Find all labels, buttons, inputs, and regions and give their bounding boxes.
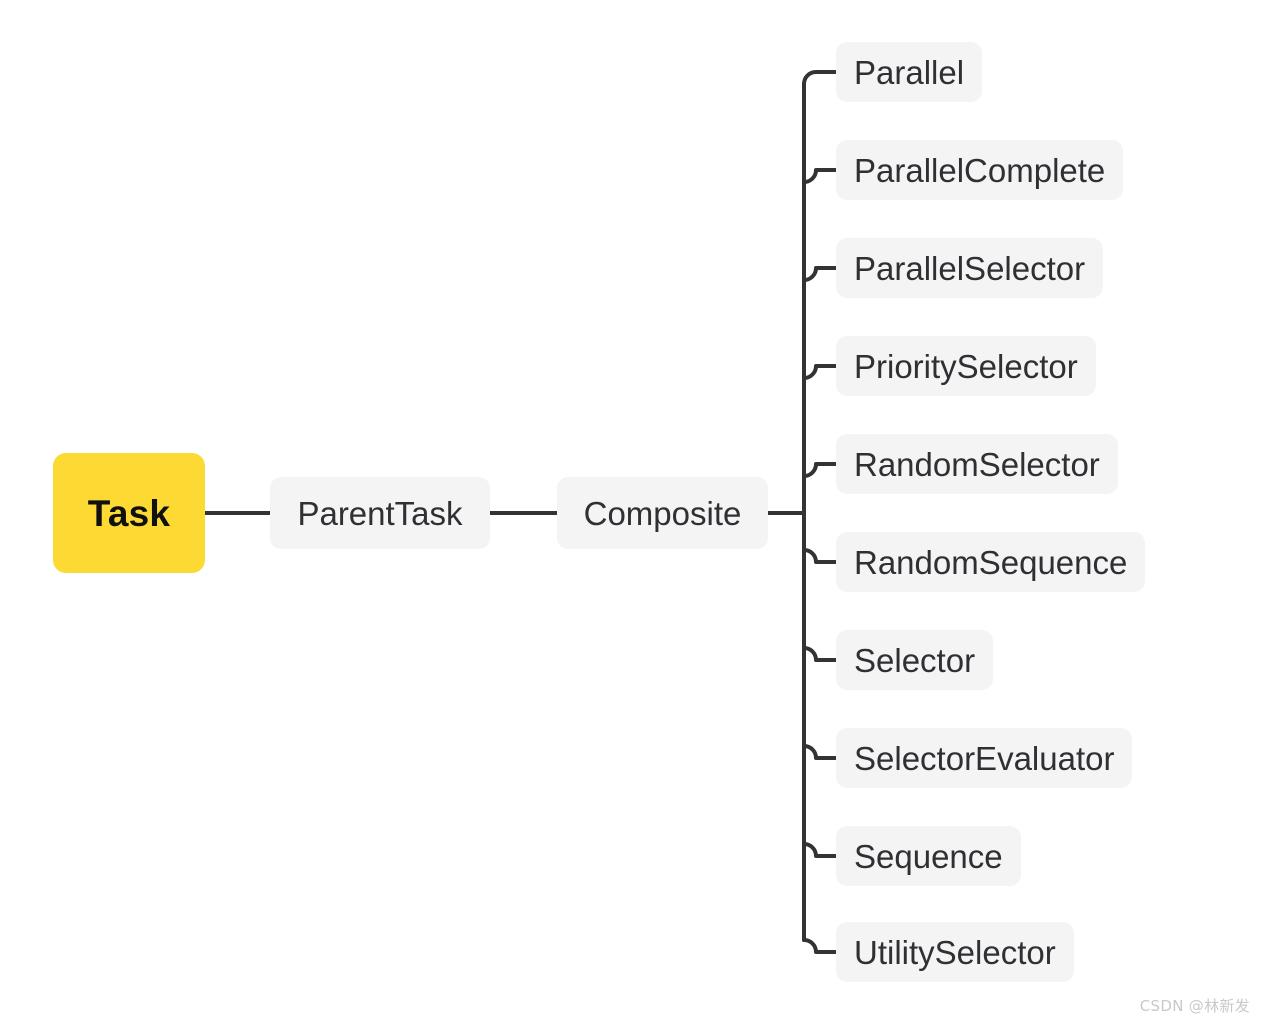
node-root-task-label: Task xyxy=(87,492,171,534)
node-branch-parenttask[interactable]: ParentTask xyxy=(270,477,490,549)
node-leaf-parallelselector-label: ParallelSelector xyxy=(854,249,1086,287)
node-root-task[interactable]: Task xyxy=(53,453,205,573)
edge-leaf-5 xyxy=(802,462,838,478)
node-leaf-parallelselector[interactable]: ParallelSelector xyxy=(836,238,1104,298)
node-leaf-selectorevaluator[interactable]: SelectorEvaluator xyxy=(836,728,1133,788)
node-branch-parenttask-label: ParentTask xyxy=(297,494,463,532)
node-leaf-randomselector[interactable]: RandomSelector xyxy=(836,434,1118,494)
node-leaf-parallel-label: Parallel xyxy=(854,53,965,91)
node-leaf-selectorevaluator-label: SelectorEvaluator xyxy=(854,739,1115,777)
node-leaf-priorityselector[interactable]: PrioritySelector xyxy=(836,336,1096,396)
edge-leaf-10 xyxy=(802,938,838,954)
edge-leaf-3 xyxy=(802,266,838,282)
node-leaf-randomsequence[interactable]: RandomSequence xyxy=(836,532,1146,592)
node-leaf-priorityselector-label: PrioritySelector xyxy=(854,347,1078,385)
node-leaf-parallelcomplete[interactable]: ParallelComplete xyxy=(836,140,1124,200)
node-leaf-sequence[interactable]: Sequence xyxy=(836,826,1021,886)
edge-leaf-2 xyxy=(802,168,838,184)
node-branch-composite[interactable]: Composite xyxy=(557,477,768,549)
node-leaf-selector-label: Selector xyxy=(854,641,976,679)
node-leaf-randomselector-label: RandomSelector xyxy=(854,445,1100,483)
node-branch-composite-label: Composite xyxy=(583,494,742,532)
node-leaf-selector[interactable]: Selector xyxy=(836,630,994,690)
edge-leaf-6 xyxy=(802,548,838,564)
node-leaf-parallelcomplete-label: ParallelComplete xyxy=(854,151,1106,189)
node-leaf-parallel[interactable]: Parallel xyxy=(836,42,983,102)
node-leaf-randomsequence-label: RandomSequence xyxy=(854,543,1128,581)
edge-leaf-9 xyxy=(802,842,838,858)
edge-leaf-8 xyxy=(802,744,838,760)
edge-leaf-7 xyxy=(802,646,838,662)
node-leaf-utilityselector[interactable]: UtilitySelector xyxy=(836,922,1074,982)
edge-leaf-1 xyxy=(802,70,838,86)
watermark: CSDN @林新发 xyxy=(1139,997,1250,1015)
node-leaf-sequence-label: Sequence xyxy=(854,837,1003,875)
edge-leaf-4 xyxy=(802,364,838,380)
node-leaf-utilityselector-label: UtilitySelector xyxy=(854,933,1056,971)
mindmap-diagram: Task ParentTask Composite Parallel Paral… xyxy=(0,0,1264,1024)
